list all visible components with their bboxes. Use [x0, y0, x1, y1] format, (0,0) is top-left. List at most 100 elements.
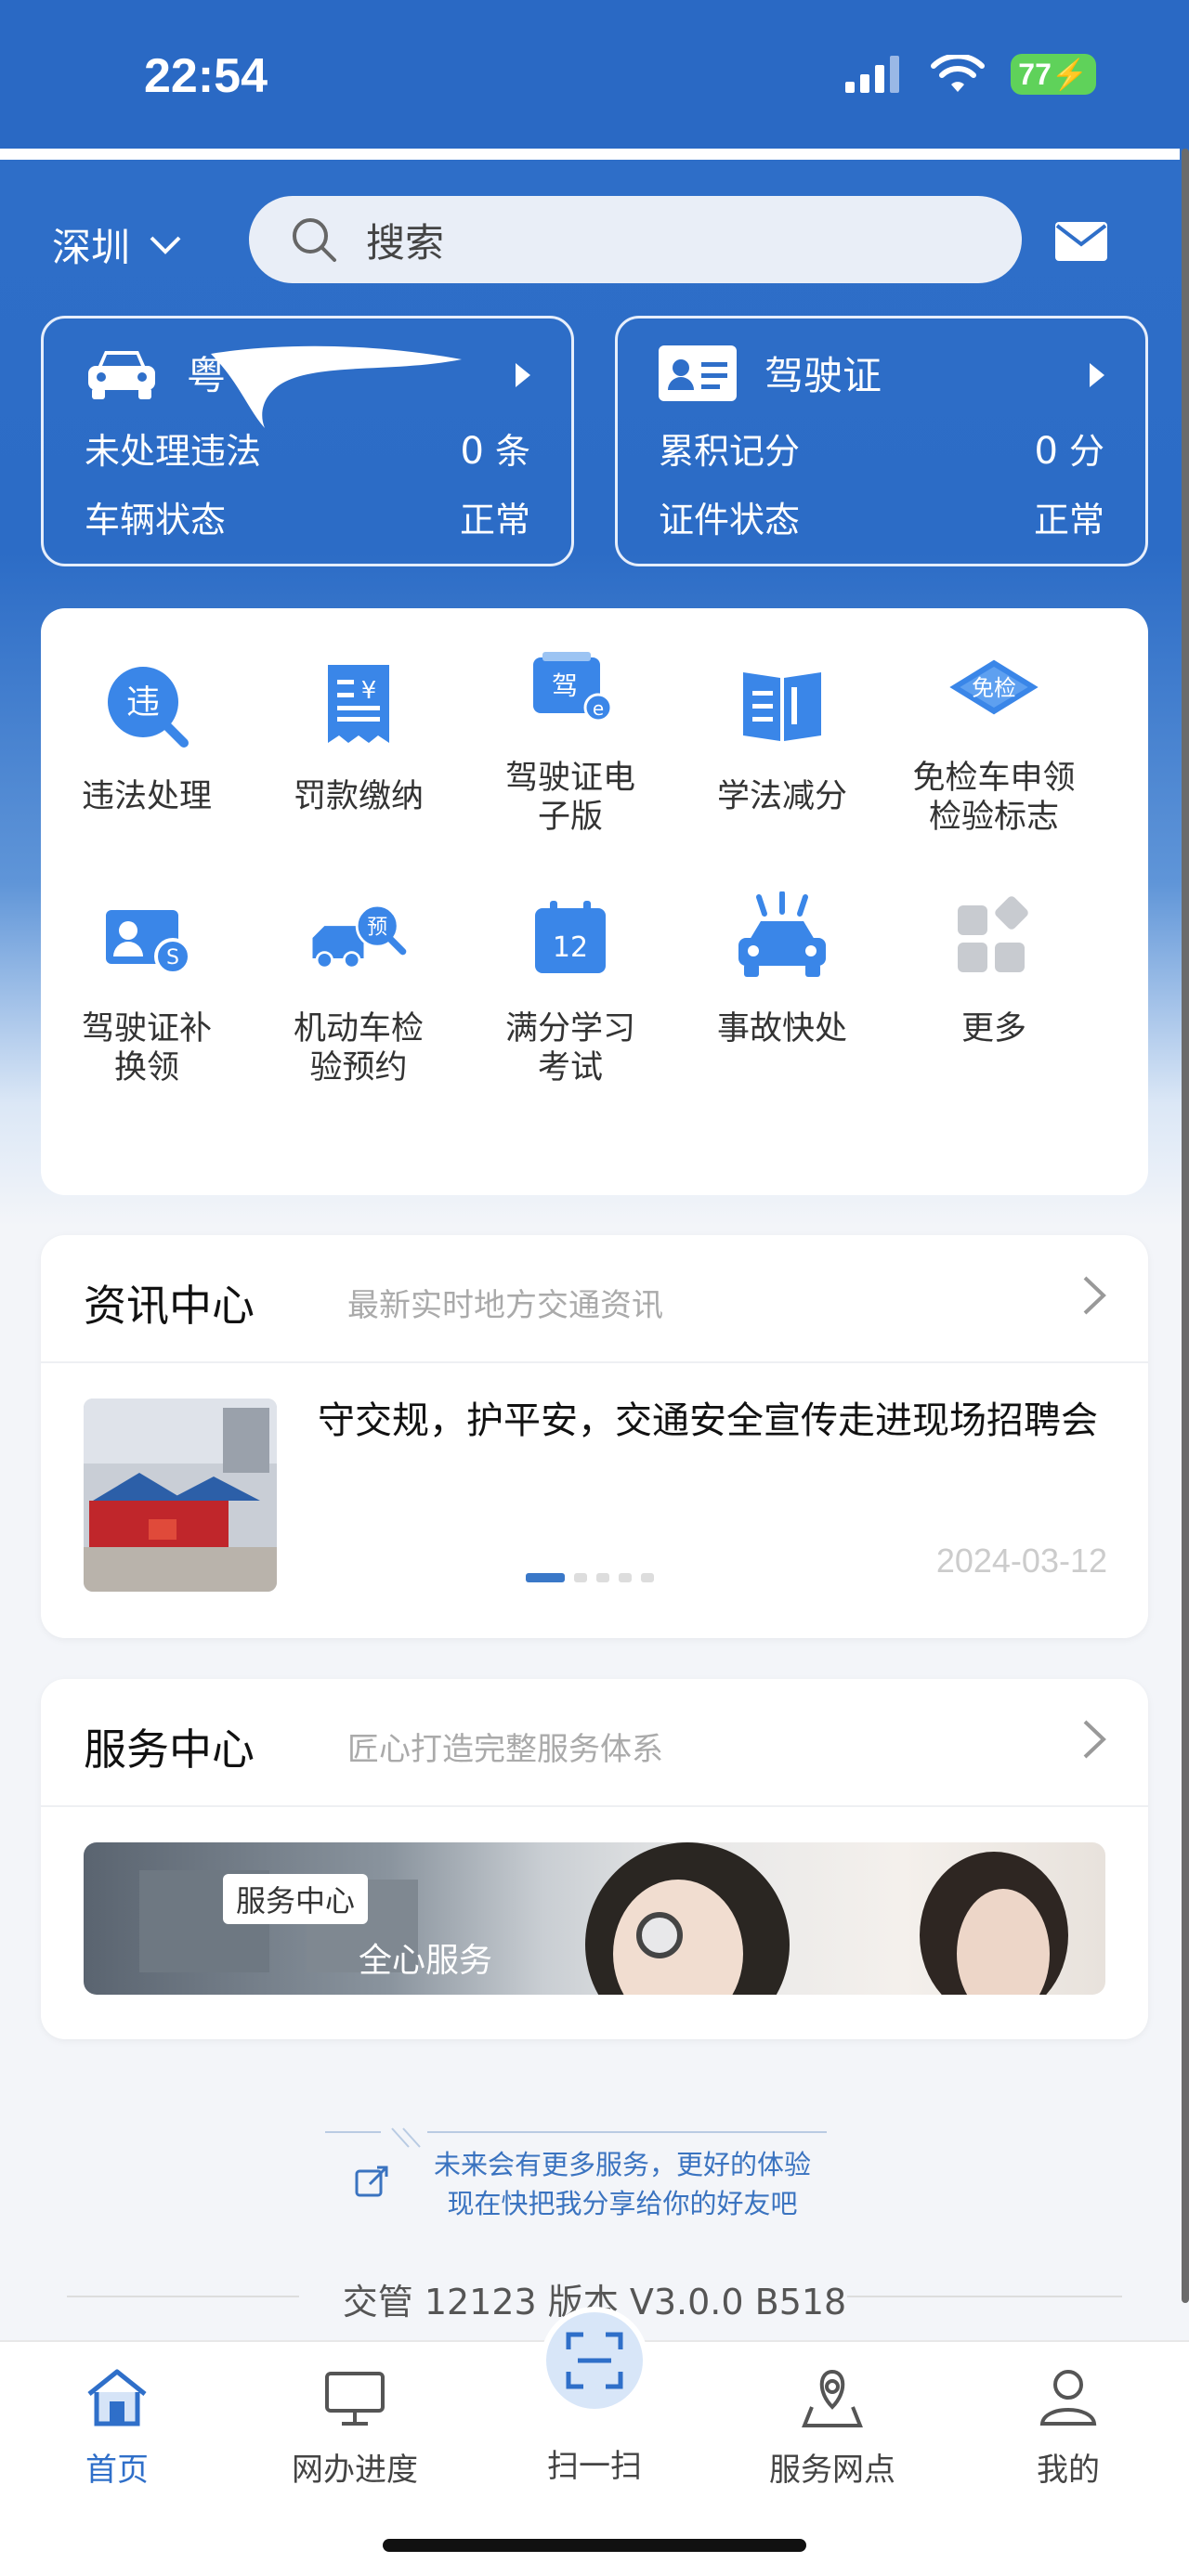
grid-item-inspection-booking[interactable]: 预 机动车检 验预约	[253, 887, 464, 1087]
home-indicator	[383, 2539, 806, 2552]
license-points-row: 累积记分 0 分	[659, 423, 1104, 474]
vehicle-violations-unit: 条	[494, 431, 530, 472]
carousel-dot	[574, 1573, 587, 1582]
license-points-value: 0	[1034, 430, 1058, 473]
news-headline[interactable]: 守交规，护平安，交通安全宣传走进现场招聘会	[318, 1399, 1098, 1443]
calendar-icon-text: 12	[553, 931, 588, 964]
vehicle-status-label: 车辆状态	[85, 500, 227, 540]
service-banner-tag: 服务中心	[223, 1874, 369, 1924]
license-status-label: 证件状态	[659, 500, 801, 540]
vehicle-violations-row: 未处理违法 0 条	[85, 423, 530, 474]
violation-icon-text: 违	[126, 683, 160, 722]
carousel-dot	[619, 1573, 632, 1582]
scan-button[interactable]	[541, 2307, 648, 2414]
license-card-header: 驾驶证	[659, 345, 882, 401]
battery-level: 77	[1018, 57, 1052, 91]
scrollbar[interactable]	[1182, 149, 1189, 2303]
search-placeholder: 搜索	[366, 219, 445, 266]
renew-icon-text: S	[166, 946, 179, 969]
service-center-title: 服务中心	[84, 1724, 255, 1775]
carousel-dot	[596, 1573, 609, 1582]
share-hint-line2: 现在快把我分享给你的好友吧	[447, 2188, 798, 2219]
more-grid-icon	[958, 896, 1028, 972]
grid-item-more[interactable]: 更多	[888, 887, 1100, 1048]
e-license-icon-text: 驾	[552, 670, 578, 701]
grid-label-license-renew: 驾驶证补 换领	[81, 1010, 212, 1086]
tab-scan-label: 扫一扫	[547, 2448, 642, 2485]
tab-progress-label: 网办进度	[292, 2452, 418, 2489]
status-time: 22:54	[144, 49, 268, 103]
search-input[interactable]: 搜索	[249, 196, 1022, 283]
news-divider	[41, 1361, 1148, 1363]
battery-icon: 77 ⚡	[1011, 54, 1096, 95]
fine-icon-text: ¥	[361, 677, 377, 705]
grid-item-full-score-exam[interactable]: 12 满分学习 考试	[464, 887, 676, 1087]
grid-item-study[interactable]: 学法减分	[676, 655, 888, 816]
city-label: 深圳	[52, 225, 131, 270]
svg-text:e: e	[593, 697, 604, 720]
status-bar: 22:54 77 ⚡	[0, 0, 1189, 149]
cellular-signal-icon	[845, 56, 899, 93]
grid-item-license-renew[interactable]: S 驾驶证补 换领	[41, 887, 253, 1087]
scan-icon	[566, 2332, 623, 2389]
map-pin-icon	[802, 2369, 863, 2427]
service-center-subtitle: 匠心打造完整服务体系	[347, 1731, 663, 1768]
share-hint-line1: 未来会有更多服务，更好的体验	[433, 2149, 811, 2180]
tab-home-label: 首页	[85, 2452, 149, 2489]
e-license-icon: 驾 e	[533, 652, 613, 722]
status-icons: 77 ⚡	[845, 54, 1096, 95]
tab-service-points[interactable]: 服务网点	[739, 2364, 925, 2490]
license-status-row: 证件状态 正常	[659, 491, 1104, 542]
tab-service-points-label: 服务网点	[769, 2452, 895, 2489]
header-divider	[0, 149, 1180, 160]
booking-icon-text: 预	[367, 916, 387, 939]
news-center-title: 资讯中心	[84, 1281, 255, 1331]
grid-label-study: 学法减分	[716, 778, 847, 815]
violation-icon: 违	[108, 667, 189, 748]
vehicle-arrow-icon	[516, 363, 530, 387]
news-chevron-right-icon[interactable]	[1081, 1274, 1107, 1317]
license-status-value: 正常	[1033, 500, 1104, 540]
grid-item-accident[interactable]: 事故快处	[676, 887, 888, 1048]
grid-item-e-license[interactable]: 驾 e 驾驶证电 子版	[464, 636, 676, 837]
vehicle-status-row: 车辆状态 正常	[85, 491, 530, 542]
service-banner[interactable]: 服务中心 全心服务	[84, 1842, 1105, 1995]
news-date: 2024-03-12	[935, 1542, 1107, 1580]
share-icon[interactable]	[353, 2164, 390, 2201]
grid-item-violation[interactable]: 违 违法处理	[41, 655, 253, 816]
license-card-title: 驾驶证	[764, 353, 882, 398]
grid-label-inspection-booking: 机动车检 验预约	[293, 1010, 424, 1086]
news-center-subtitle: 最新实时地方交通资讯	[347, 1287, 663, 1324]
share-hint: 未来会有更多服务，更好的体验 现在快把我分享给你的好友吧	[409, 2145, 836, 2223]
tab-mine-label: 我的	[1037, 2452, 1100, 2489]
news-center-panel: 资讯中心 最新实时地方交通资讯 守交规，护平安，交通安全宣传走进现场招聘会 20…	[41, 1235, 1148, 1638]
service-chevron-right-icon[interactable]	[1081, 1718, 1107, 1761]
study-book-icon	[743, 672, 821, 741]
accident-icon	[738, 891, 826, 977]
calendar-12-icon: 12	[535, 901, 606, 973]
car-icon	[88, 350, 155, 399]
license-card[interactable]: 驾驶证 累积记分 0 分 证件状态 正常	[615, 316, 1148, 566]
news-thumbnail[interactable]	[84, 1399, 277, 1592]
service-banner-text: 全心服务	[359, 1942, 493, 1980]
tab-mine[interactable]: 我的	[975, 2364, 1161, 2490]
user-icon	[1039, 2370, 1097, 2426]
grid-label-accident: 事故快处	[716, 1010, 847, 1047]
search-row: 深圳 搜索	[0, 190, 1189, 293]
license-points-label: 累积记分	[659, 431, 801, 472]
mail-icon[interactable]	[1055, 222, 1107, 261]
grid-item-exempt[interactable]: 免检 免检车申领 检验标志	[888, 636, 1100, 837]
exempt-inspection-icon: 免检	[949, 659, 1039, 715]
grid-label-e-license: 驾驶证电 子版	[504, 760, 635, 836]
license-renew-icon: S	[106, 910, 191, 975]
search-icon	[293, 218, 336, 262]
vehicle-card[interactable]: 粤 未处理违法 0 条 车辆状态 正常	[41, 316, 574, 566]
tab-home[interactable]: 首页	[24, 2364, 210, 2490]
exempt-icon-text: 免检	[972, 675, 1016, 701]
grid-item-fine[interactable]: ¥ 罚款缴纳	[253, 655, 464, 816]
city-selector[interactable]: 深圳	[52, 216, 182, 273]
service-grid: 违 违法处理 ¥ 罚款缴纳 驾 e 驾驶证电 子版 学法减分 免检 免检车申领 …	[41, 608, 1148, 1195]
carousel-indicator	[526, 1573, 654, 1582]
vehicle-violations-value: 0	[460, 430, 484, 473]
tab-progress[interactable]: 网办进度	[262, 2364, 448, 2490]
